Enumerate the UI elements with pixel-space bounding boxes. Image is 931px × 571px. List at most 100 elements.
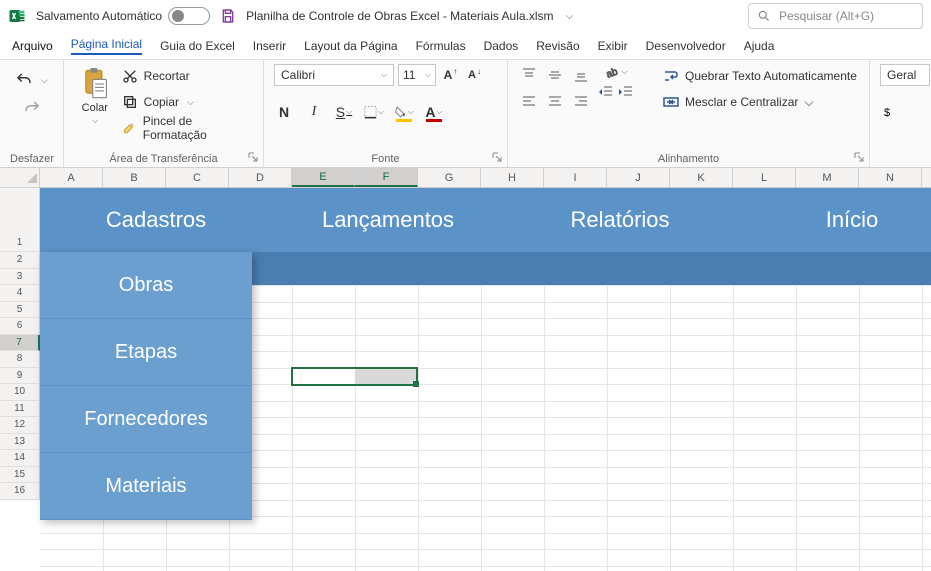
tab-help[interactable]: Ajuda [744,39,775,53]
dropdown-item-materiais[interactable]: Materiais [40,453,252,520]
row-header[interactable]: 5 [0,302,40,319]
tab-data[interactable]: Dados [484,39,519,53]
col-header[interactable]: M [796,168,859,187]
col-header[interactable]: G [418,168,481,187]
col-header[interactable]: L [733,168,796,187]
row-header[interactable]: 11 [0,401,40,418]
row-header[interactable]: 4 [0,285,40,302]
align-left-button[interactable] [518,90,540,112]
copy-button[interactable]: Copiar⌵ [122,92,253,112]
align-center-button[interactable] [544,90,566,112]
tab-review[interactable]: Revisão [536,39,579,53]
title-chevron-icon[interactable]: ⌵ [566,11,574,22]
select-all-corner[interactable] [0,168,40,187]
row-header[interactable]: 6 [0,318,40,335]
active-cell-border [291,367,418,386]
row-header[interactable]: 9 [0,368,40,385]
dropdown-item-fornecedores[interactable]: Fornecedores [40,386,252,453]
row-header[interactable]: 10 [0,384,40,401]
row-header[interactable]: 3 [0,269,40,286]
row-header[interactable]: 7 [0,335,40,352]
col-header[interactable]: E [292,168,355,187]
paste-button[interactable]: Colar ⌵ [74,64,116,126]
auto-save-toggle[interactable] [168,7,210,25]
tab-layout[interactable]: Layout da Página [304,39,397,53]
cadastros-dropdown: Obras Etapas Fornecedores Materiais [40,252,252,520]
align-middle-button[interactable] [544,64,566,86]
tab-insert[interactable]: Inserir [253,39,286,53]
dialog-launcher-icon[interactable] [247,151,259,163]
column-headers: A B C D E F G H I J K L M N [0,168,931,188]
increase-font-button[interactable]: A↑ [440,64,460,86]
row-header[interactable]: 13 [0,434,40,451]
col-header[interactable]: B [103,168,166,187]
auto-save-label: Salvamento Automático [36,9,162,23]
wrap-text-button[interactable]: Quebrar Texto Automaticamente [663,68,857,84]
row-header[interactable]: 14 [0,450,40,467]
row-header[interactable]: 15 [0,467,40,484]
tab-developer[interactable]: Desenvolvedor [646,39,726,53]
dialog-launcher-icon[interactable] [491,151,503,163]
orientation-button[interactable]: ab⌵ [598,64,634,80]
search-placeholder: Pesquisar (Alt+G) [779,9,874,23]
col-header[interactable]: H [481,168,544,187]
scissors-icon [122,68,138,84]
tab-file[interactable]: Arquivo [12,39,53,53]
align-bottom-button[interactable] [570,64,592,86]
tab-home[interactable]: Página Inicial [71,37,142,55]
nav-tab-inicio[interactable]: Início [736,188,931,252]
bold-button[interactable]: N [274,102,294,122]
row-header[interactable]: 1 [0,188,40,252]
fill-color-button[interactable]: ⌵ [394,102,414,122]
decrease-indent-button[interactable] [598,84,614,100]
border-button[interactable]: ⌵ [364,102,384,122]
dropdown-item-etapas[interactable]: Etapas [40,319,252,386]
underline-button[interactable]: S⌵ [334,102,354,122]
cut-button[interactable]: Recortar [122,66,253,86]
col-header[interactable]: J [607,168,670,187]
tab-guide[interactable]: Guia do Excel [160,39,235,53]
redo-button[interactable] [23,98,41,118]
decrease-font-button[interactable]: A↓ [464,64,484,86]
align-right-button[interactable] [570,90,592,112]
font-name-select[interactable]: Calibri⌵ [274,64,394,86]
col-header[interactable]: D [229,168,292,187]
increase-indent-button[interactable] [618,84,634,100]
nav-tab-lancamentos[interactable]: Lançamentos [272,188,504,252]
row-header[interactable]: 8 [0,351,40,368]
italic-button[interactable]: I [304,102,324,122]
align-top-button[interactable] [518,64,540,86]
row-header[interactable]: 12 [0,417,40,434]
group-label-font: Fonte [274,151,497,165]
format-painter-button[interactable]: Pincel de Formatação [122,118,253,138]
nav-tab-relatorios[interactable]: Relatórios [504,188,736,252]
wrap-icon [663,68,679,84]
row-header[interactable]: 2 [0,252,40,269]
document-title: Planilha de Controle de Obras Excel - Ma… [246,9,553,23]
accounting-format-button[interactable]: $ [880,102,900,122]
number-format-select[interactable]: Geral [880,64,930,86]
dropdown-item-obras[interactable]: Obras [40,252,252,319]
save-icon[interactable] [220,8,236,24]
dialog-launcher-icon[interactable] [853,151,865,163]
svg-text:ab: ab [605,66,620,80]
copy-icon [122,94,138,110]
col-header[interactable]: N [859,168,922,187]
font-color-button[interactable]: A⌵ [424,102,444,122]
col-header[interactable]: C [166,168,229,187]
row-header[interactable]: 16 [0,483,40,500]
merge-center-button[interactable]: Mesclar e Centralizar⌵ [663,94,857,110]
tab-view[interactable]: Exibir [598,39,628,53]
undo-button[interactable]: ⌵ [15,70,48,90]
brush-icon [122,120,137,136]
search-input[interactable]: Pesquisar (Alt+G) [748,3,923,29]
col-header[interactable]: I [544,168,607,187]
col-header[interactable]: F [355,168,418,187]
tab-formulas[interactable]: Fórmulas [416,39,466,53]
font-size-select[interactable]: 11⌵ [398,64,436,86]
nav-tab-cadastros[interactable]: Cadastros [40,188,272,252]
col-header[interactable]: K [670,168,733,187]
col-header[interactable]: A [40,168,103,187]
title-bar: Salvamento Automático Planilha de Contro… [0,0,931,32]
spreadsheet-grid[interactable]: 1 2 3 4 5 6 7 8 9 10 11 12 13 14 15 16 C… [0,188,931,571]
